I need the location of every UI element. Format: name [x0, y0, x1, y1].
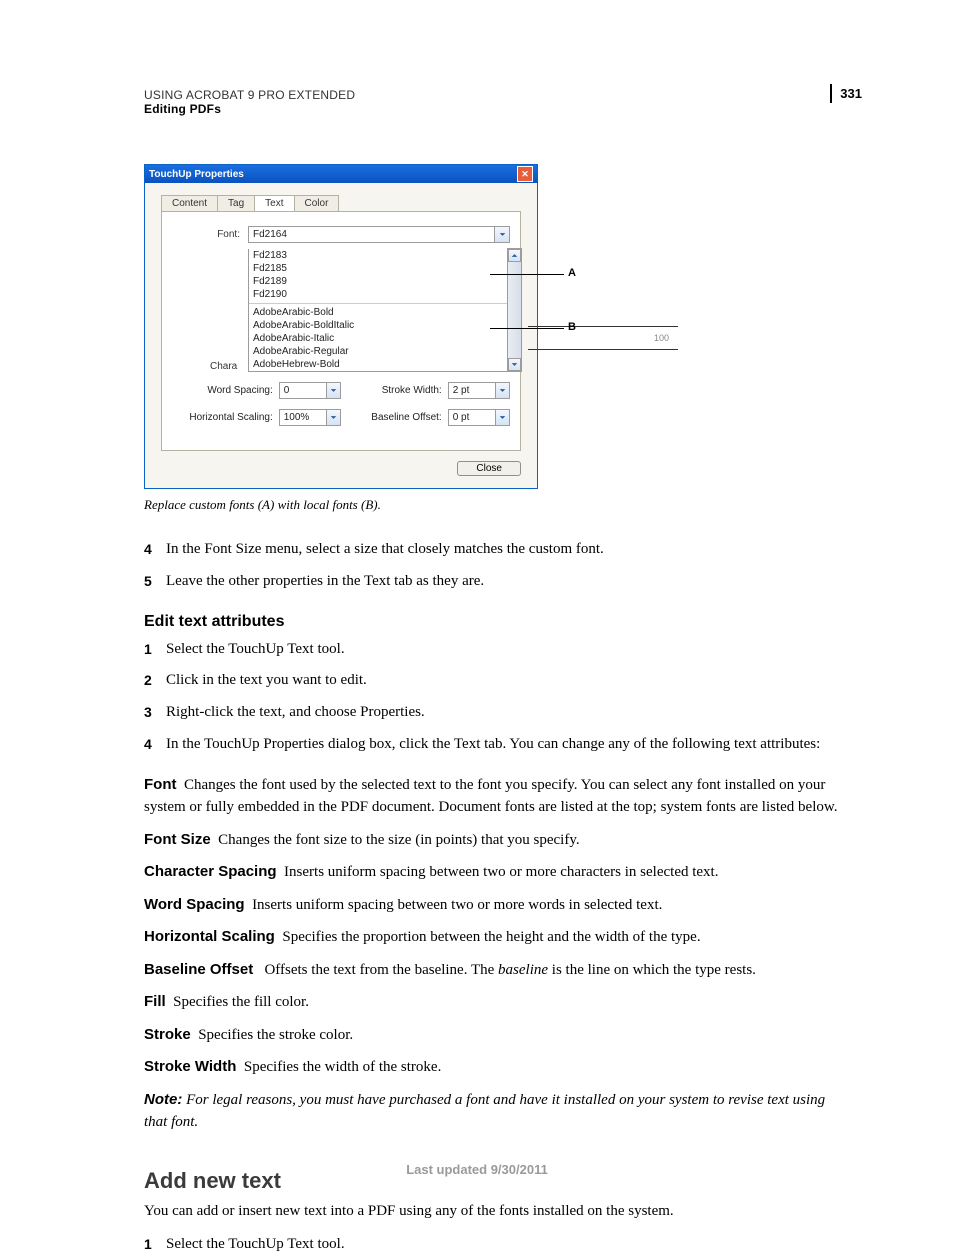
def-fill: Fill Specifies the fill color. — [144, 991, 846, 1014]
baseline-offset-label: Baseline Offset: — [365, 412, 448, 423]
step-4: In the Font Size menu, select a size tha… — [144, 539, 846, 561]
obscured-panel-lines: 100 — [528, 308, 688, 378]
chevron-down-icon[interactable] — [496, 409, 510, 426]
horizontal-scaling-label: Horizontal Scaling: — [172, 412, 279, 423]
heading-edit-text-attributes: Edit text attributes — [144, 613, 846, 631]
tab-strip: Content Tag Text Color — [161, 195, 537, 211]
stroke-width-label: Stroke Width: — [365, 385, 448, 396]
def-word-spacing: Word Spacing Inserts uniform spacing bet… — [144, 894, 846, 917]
list-item[interactable]: AdobeArabic-BoldItalic — [249, 319, 521, 332]
chevron-down-icon[interactable] — [327, 409, 341, 426]
header-section: Editing PDFs — [144, 102, 846, 116]
intro-add-new-text: You can add or insert new text into a PD… — [144, 1200, 846, 1223]
baseline-offset-field[interactable]: 0 pt — [448, 409, 496, 426]
horizontal-scaling-field[interactable]: 100% — [279, 409, 327, 426]
list-item[interactable]: Fd2183 — [249, 249, 521, 262]
tab-color[interactable]: Color — [294, 195, 340, 211]
scrollbar[interactable] — [507, 248, 522, 372]
list-separator — [249, 303, 521, 304]
tab-tag[interactable]: Tag — [217, 195, 255, 211]
font-combo[interactable]: Fd2164 — [248, 226, 495, 243]
dialog-title: TouchUp Properties — [149, 169, 244, 180]
def-stroke: Stroke Specifies the stroke color. — [144, 1024, 846, 1047]
font-dropdown[interactable]: Fd2183 Fd2185 Fd2189 Fd2190 AdobeArabic-… — [248, 249, 522, 372]
footer-updated: Last updated 9/30/2011 — [0, 1162, 954, 1177]
def-font-size: Font Size Changes the font size to the s… — [144, 829, 846, 852]
step-3: Right-click the text, and choose Propert… — [144, 702, 846, 724]
tab-content[interactable]: Content — [161, 195, 218, 211]
figure: TouchUp Properties ✕ Content Tag Text Co… — [144, 164, 574, 489]
list-item[interactable]: AdobeArabic-Regular — [249, 345, 521, 358]
callout-leader — [490, 328, 564, 329]
steps-add-new-text: Select the TouchUp Text tool. — [144, 1234, 846, 1256]
stroke-width-field[interactable]: 2 pt — [448, 382, 496, 399]
callout-b: B — [568, 321, 576, 333]
def-horizontal-scaling: Horizontal Scaling Specifies the proport… — [144, 926, 846, 949]
chevron-down-icon[interactable] — [508, 358, 521, 371]
font-label: Font: — [172, 229, 248, 240]
step-2: Click in the text you want to edit. — [144, 670, 846, 692]
steps-continued: In the Font Size menu, select a size tha… — [144, 539, 846, 593]
list-item[interactable]: Fd2185 — [249, 262, 521, 275]
chevron-down-icon[interactable] — [496, 382, 510, 399]
step-1: Select the TouchUp Text tool. — [144, 639, 846, 661]
text-panel: Font: Fd2164 Fd2183 Fd2185 Fd2189 Fd21 — [161, 211, 521, 451]
chevron-down-icon[interactable] — [495, 226, 510, 243]
list-item[interactable]: Fd2190 — [249, 288, 521, 301]
figure-caption: Replace custom fonts (A) with local font… — [144, 497, 846, 513]
dialog-titlebar: TouchUp Properties ✕ — [145, 165, 537, 183]
callout-a: A — [568, 267, 576, 279]
touchup-dialog: TouchUp Properties ✕ Content Tag Text Co… — [144, 164, 538, 489]
steps-edit-attributes: Select the TouchUp Text tool. Click in t… — [144, 639, 846, 756]
list-item[interactable]: AdobeArabic-Bold — [249, 306, 521, 319]
def-stroke-width: Stroke Width Specifies the width of the … — [144, 1056, 846, 1079]
note: Note: For legal reasons, you must have p… — [144, 1089, 846, 1134]
word-spacing-field[interactable]: 0 — [279, 382, 327, 399]
char-label-fragment: Chara — [210, 361, 237, 372]
list-item[interactable]: Fd2189 — [249, 275, 521, 288]
def-char-spacing: Character Spacing Inserts uniform spacin… — [144, 861, 846, 884]
tab-text[interactable]: Text — [254, 195, 294, 211]
step-1: Select the TouchUp Text tool. — [144, 1234, 846, 1256]
list-item[interactable]: AdobeHebrew-Bold — [249, 358, 521, 371]
word-spacing-label: Word Spacing: — [172, 385, 279, 396]
close-icon[interactable]: ✕ — [517, 166, 533, 182]
chevron-up-icon[interactable] — [508, 249, 521, 262]
page-number: 331 — [830, 84, 862, 103]
callout-leader — [490, 274, 564, 275]
chevron-down-icon[interactable] — [327, 382, 341, 399]
step-4: In the TouchUp Properties dialog box, cl… — [144, 734, 846, 756]
def-font: Font Changes the font used by the select… — [144, 774, 846, 819]
close-button[interactable]: Close — [457, 461, 521, 476]
step-5: Leave the other properties in the Text t… — [144, 571, 846, 593]
list-item[interactable]: AdobeArabic-Italic — [249, 332, 521, 345]
def-baseline-offset: Baseline Offset Offsets the text from th… — [144, 959, 846, 982]
header-product: USING ACROBAT 9 PRO EXTENDED — [144, 88, 846, 102]
hidden-value-100: 100 — [654, 333, 669, 343]
